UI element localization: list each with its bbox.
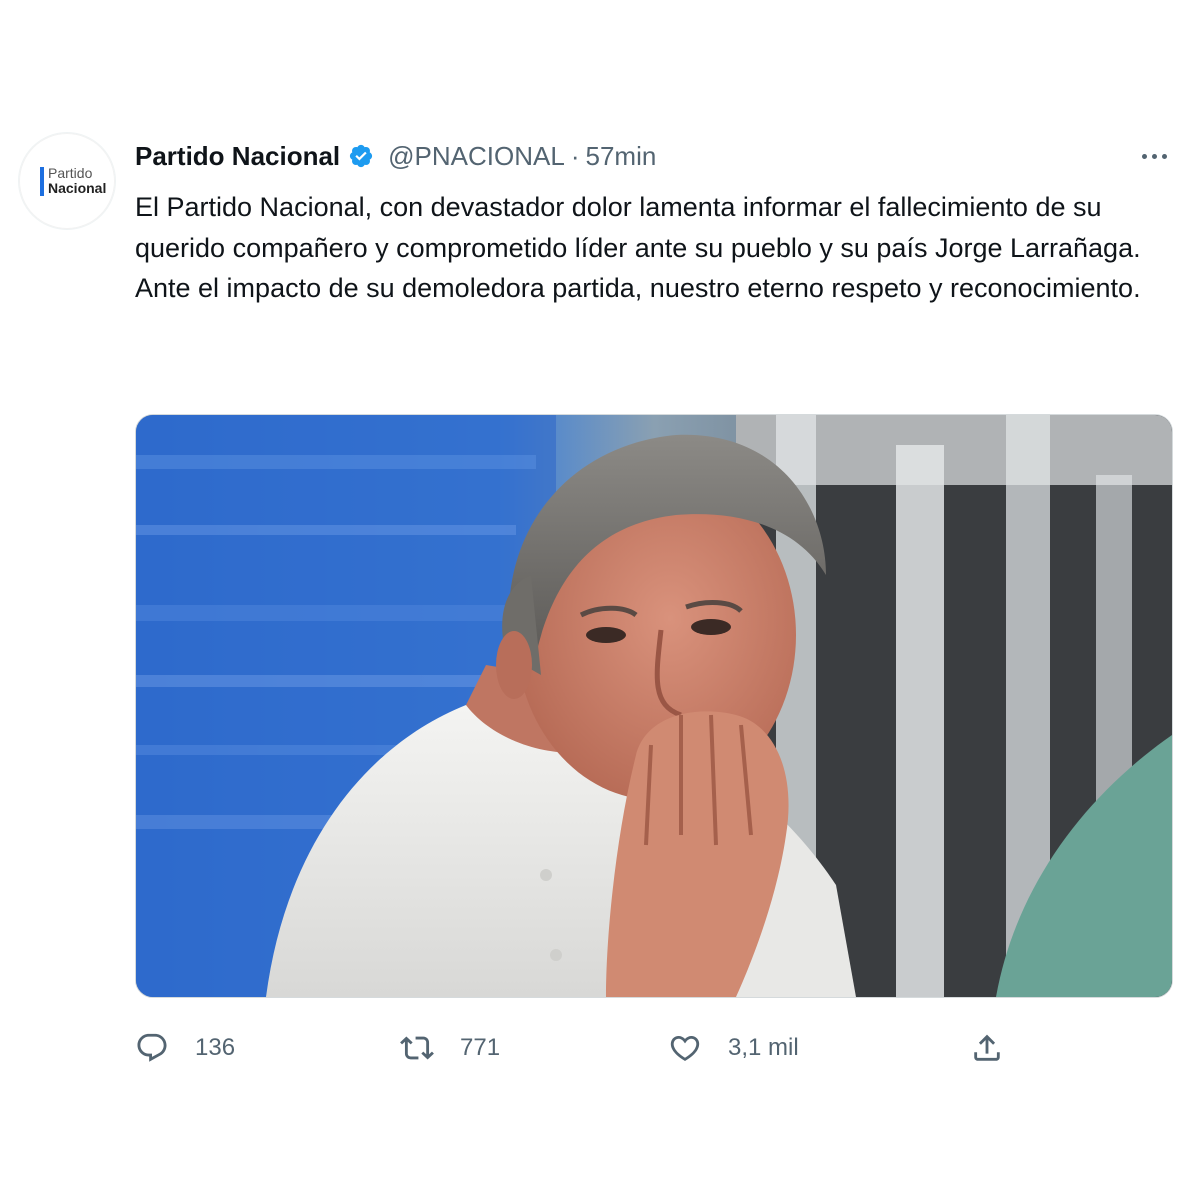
more-dot	[1141, 153, 1147, 159]
tweet-photo[interactable]	[135, 414, 1173, 998]
avatar[interactable]: Partido Nacional	[18, 132, 116, 230]
heart-icon	[670, 1035, 700, 1061]
timestamp[interactable]: 57min	[585, 141, 656, 172]
like-count: 3,1 mil	[728, 1034, 799, 1061]
retweet-count: 771	[460, 1034, 501, 1061]
share-button[interactable]	[970, 1028, 1004, 1068]
verified-badge-icon	[348, 143, 374, 169]
display-name[interactable]: Partido Nacional	[135, 141, 340, 172]
logo-bar	[40, 167, 44, 196]
avatar-logo-line2: Nacional	[48, 180, 107, 196]
retweet-icon	[400, 1036, 434, 1060]
more-dot	[1161, 153, 1167, 159]
reply-bubble-icon	[137, 1033, 167, 1062]
tweet-header: Partido Nacional @PNACIONAL · 57min	[135, 138, 656, 174]
tweet-paragraph: El Partido Nacional, con devastador dolo…	[135, 192, 1141, 263]
reply-count: 136	[195, 1034, 236, 1061]
tweet: Partido Nacional Partido Nacional @PNACI…	[0, 0, 1200, 1200]
share-icon	[974, 1034, 1000, 1061]
more-dots-icon[interactable]	[1130, 140, 1178, 172]
tweet-paragraph: Ante el impacto de su demoledora partida…	[135, 273, 1141, 303]
tweet-text: El Partido Nacional, con devastador dolo…	[135, 187, 1175, 309]
avatar-logo-line1: Partido	[48, 165, 93, 181]
reply-button[interactable]: 136	[135, 1028, 235, 1068]
more-dot	[1151, 153, 1157, 159]
like-button[interactable]: 3,1 mil	[668, 1028, 799, 1068]
retweet-button[interactable]: 771	[400, 1028, 500, 1068]
photo-portrait-illustration	[136, 415, 1172, 997]
separator-dot: ·	[570, 140, 580, 171]
page: Partido Nacional Partido Nacional @PNACI…	[0, 0, 1200, 1200]
action-bar: 136 771 3,1 mil	[0, 1020, 1200, 1076]
user-handle[interactable]: @PNACIONAL	[388, 141, 565, 172]
